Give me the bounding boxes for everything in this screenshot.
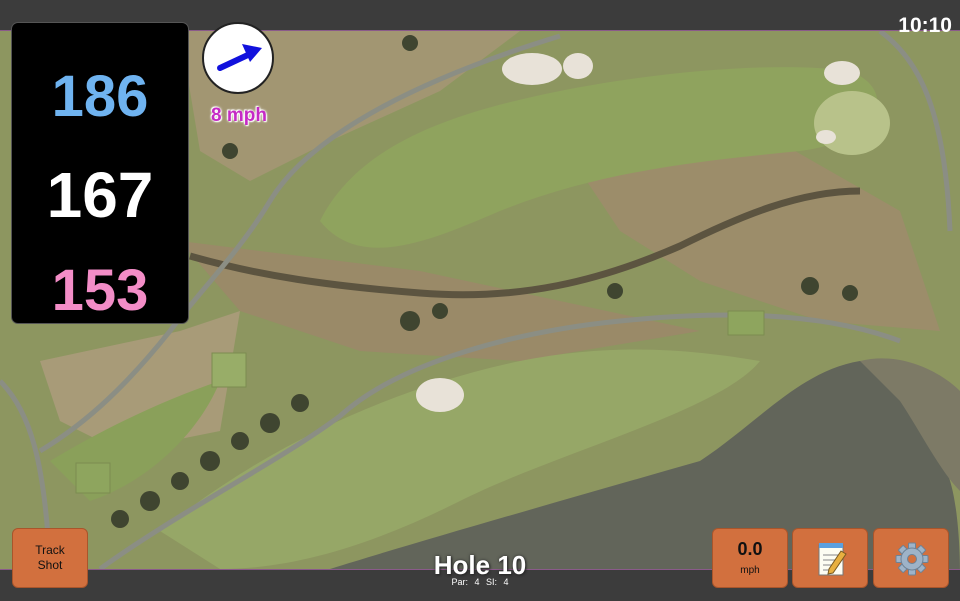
wind-speed-label: 8 mph (211, 105, 267, 126)
hole-stroke-index: SI: 4 (486, 577, 509, 587)
clock-time: 10:10 (898, 14, 952, 37)
notepad-icon (818, 543, 847, 576)
scorecard-notes-button[interactable] (792, 528, 868, 588)
distance-panel: 186 167 153 (11, 22, 189, 324)
speed-value: 0.0 (737, 539, 763, 559)
track-shot-label: Track Shot (35, 543, 65, 572)
hole-par: Par: 4 (451, 577, 480, 587)
wind-direction-indicator (202, 22, 274, 94)
wind-direction-arrow-icon (217, 44, 262, 71)
track-shot-button[interactable]: Track Shot (12, 528, 88, 588)
speed-unit: mph (740, 565, 760, 576)
front-distance: 153 (51, 258, 149, 323)
center-distance: 167 (46, 159, 154, 231)
back-distance: 186 (51, 64, 149, 129)
gear-icon (895, 542, 929, 576)
hole-info: Par: 4 SI: 4 (380, 577, 580, 587)
swing-speed-button[interactable]: 0.0 mph (712, 528, 788, 588)
settings-button[interactable] (873, 528, 949, 588)
